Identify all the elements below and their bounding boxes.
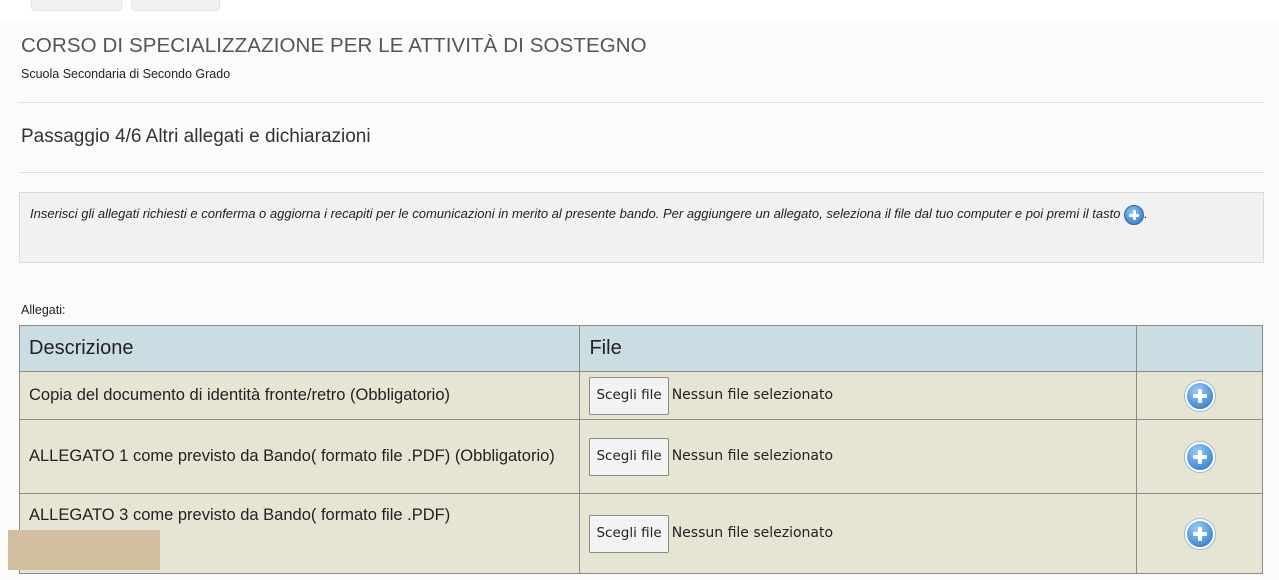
- divider: [19, 102, 1264, 103]
- column-header-action: [1136, 325, 1263, 372]
- add-attachment-button[interactable]: [1184, 518, 1215, 549]
- add-attachment-button[interactable]: [1184, 441, 1215, 472]
- table-row: ALLEGATO 1 come previsto da Bando( forma…: [18, 419, 1263, 494]
- choose-file-button[interactable]: Scegli file: [589, 514, 669, 553]
- top-tab-strip: [0, 0, 1279, 22]
- page-content: CORSO DI SPECIALIZZAZIONE PER LE ATTIVIT…: [0, 22, 1279, 580]
- attachments-table: Descrizione File Copia del documento di …: [18, 325, 1263, 574]
- page-title: CORSO DI SPECIALIZZAZIONE PER LE ATTIVIT…: [21, 34, 647, 57]
- table-row: ALLEGATO 3 come previsto da Bando( forma…: [18, 493, 1263, 574]
- top-tab-1[interactable]: [31, 0, 122, 11]
- page-subtitle: Scuola Secondaria di Secondo Grado: [21, 67, 231, 81]
- info-box: Inserisci gli allegati richiesti e confe…: [19, 192, 1264, 263]
- file-status: Nessun file selezionato: [671, 448, 834, 464]
- add-attachment-button[interactable]: [1184, 380, 1215, 411]
- info-text-end: .: [1144, 206, 1148, 221]
- choose-file-button[interactable]: Scegli file: [589, 437, 669, 476]
- file-status: Nessun file selezionato: [671, 525, 834, 541]
- column-header-description: Descrizione: [18, 325, 581, 372]
- table-header-row: Descrizione File: [18, 325, 1263, 372]
- attachment-description: ALLEGATO 1 come previsto da Bando( forma…: [18, 419, 581, 494]
- column-header-file: File: [579, 325, 1138, 372]
- action-cell: [1136, 371, 1263, 420]
- step-title: Passaggio 4/6 Altri allegati e dichiaraz…: [21, 126, 371, 147]
- divider: [19, 172, 1264, 173]
- file-cell: Scegli file Nessun file selezionato: [579, 371, 1138, 420]
- info-text-main: Inserisci gli allegati richiesti e confe…: [30, 206, 1121, 221]
- file-cell: Scegli file Nessun file selezionato: [579, 419, 1138, 494]
- info-text: Inserisci gli allegati richiesti e confe…: [30, 202, 1245, 226]
- top-tab-2[interactable]: [131, 0, 220, 11]
- plus-circle-icon: [1124, 204, 1145, 225]
- action-cell: [1136, 493, 1263, 574]
- file-status: Nessun file selezionato: [671, 387, 834, 403]
- file-cell: Scegli file Nessun file selezionato: [579, 493, 1138, 574]
- table-row: Copia del documento di identità fronte/r…: [18, 371, 1263, 420]
- redaction-overlay: [8, 530, 160, 570]
- attachments-label: Allegati:: [21, 303, 66, 317]
- choose-file-button[interactable]: Scegli file: [589, 376, 669, 415]
- attachment-description: Copia del documento di identità fronte/r…: [18, 371, 581, 420]
- action-cell: [1136, 419, 1263, 494]
